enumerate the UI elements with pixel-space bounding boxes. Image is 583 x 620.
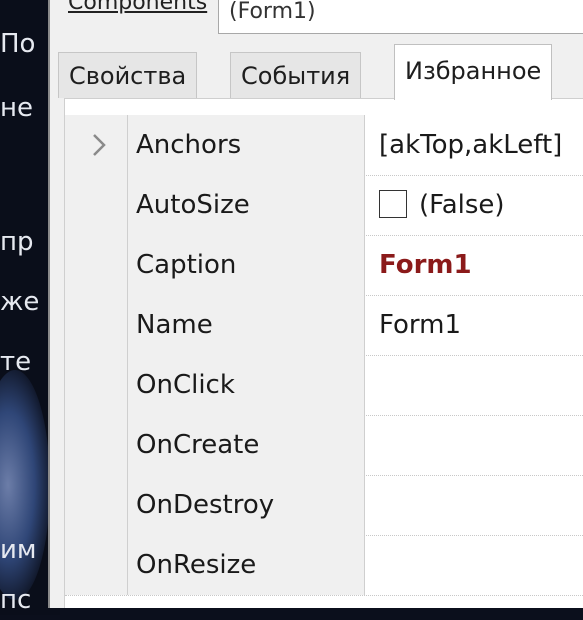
property-value[interactable]: [akTop,akLeft] xyxy=(365,115,583,175)
autosize-checkbox[interactable] xyxy=(379,189,407,218)
property-value[interactable] xyxy=(365,475,583,535)
property-value[interactable] xyxy=(365,535,583,595)
object-inspector: Components (Form1) Свойства События Избр… xyxy=(48,0,583,608)
row-gutter xyxy=(65,355,127,415)
row-gutter xyxy=(65,415,127,475)
property-value: (False) xyxy=(419,190,505,220)
property-name: Name xyxy=(127,295,365,355)
property-row-name[interactable]: Name Form1 xyxy=(65,295,583,356)
property-name: OnClick xyxy=(127,355,365,415)
tab-properties[interactable]: Свойства xyxy=(58,52,198,98)
row-gutter xyxy=(65,475,127,535)
property-name: Caption xyxy=(127,235,365,295)
property-grid: Anchors [akTop,akLeft] AutoSize (False) … xyxy=(64,98,583,608)
tab-favorites[interactable]: Избранное xyxy=(394,44,553,100)
property-row-onresize[interactable]: OnResize xyxy=(65,535,583,596)
property-value[interactable] xyxy=(365,415,583,475)
property-row-ondestroy[interactable]: OnDestroy xyxy=(65,475,583,536)
property-name: OnDestroy xyxy=(127,475,365,535)
component-combo[interactable]: (Form1) xyxy=(218,0,583,34)
component-bar: Components (Form1) xyxy=(50,0,583,38)
chevron-right-icon[interactable] xyxy=(87,127,111,163)
property-value[interactable]: Form1 xyxy=(365,235,583,295)
inspector-tabs: Свойства События Избранное xyxy=(58,44,583,100)
property-row-autosize[interactable]: AutoSize (False) xyxy=(65,175,583,236)
property-value[interactable]: Form1 xyxy=(365,295,583,355)
property-value[interactable] xyxy=(365,355,583,415)
property-name: OnCreate xyxy=(127,415,365,475)
property-name: OnResize xyxy=(127,535,365,595)
property-value-cell: (False) xyxy=(365,175,583,235)
row-gutter xyxy=(65,295,127,355)
property-row-anchors[interactable]: Anchors [akTop,akLeft] xyxy=(65,115,583,176)
property-row-onclick[interactable]: OnClick xyxy=(65,355,583,416)
property-name: Anchors xyxy=(127,115,365,175)
component-label: Components xyxy=(68,0,208,15)
property-name: AutoSize xyxy=(127,175,365,235)
property-row-caption[interactable]: Caption Form1 xyxy=(65,235,583,296)
property-row-oncreate[interactable]: OnCreate xyxy=(65,415,583,476)
row-gutter xyxy=(65,115,127,175)
tab-events[interactable]: События xyxy=(230,52,362,98)
row-gutter xyxy=(65,175,127,235)
row-gutter xyxy=(65,235,127,295)
row-gutter xyxy=(65,535,127,595)
